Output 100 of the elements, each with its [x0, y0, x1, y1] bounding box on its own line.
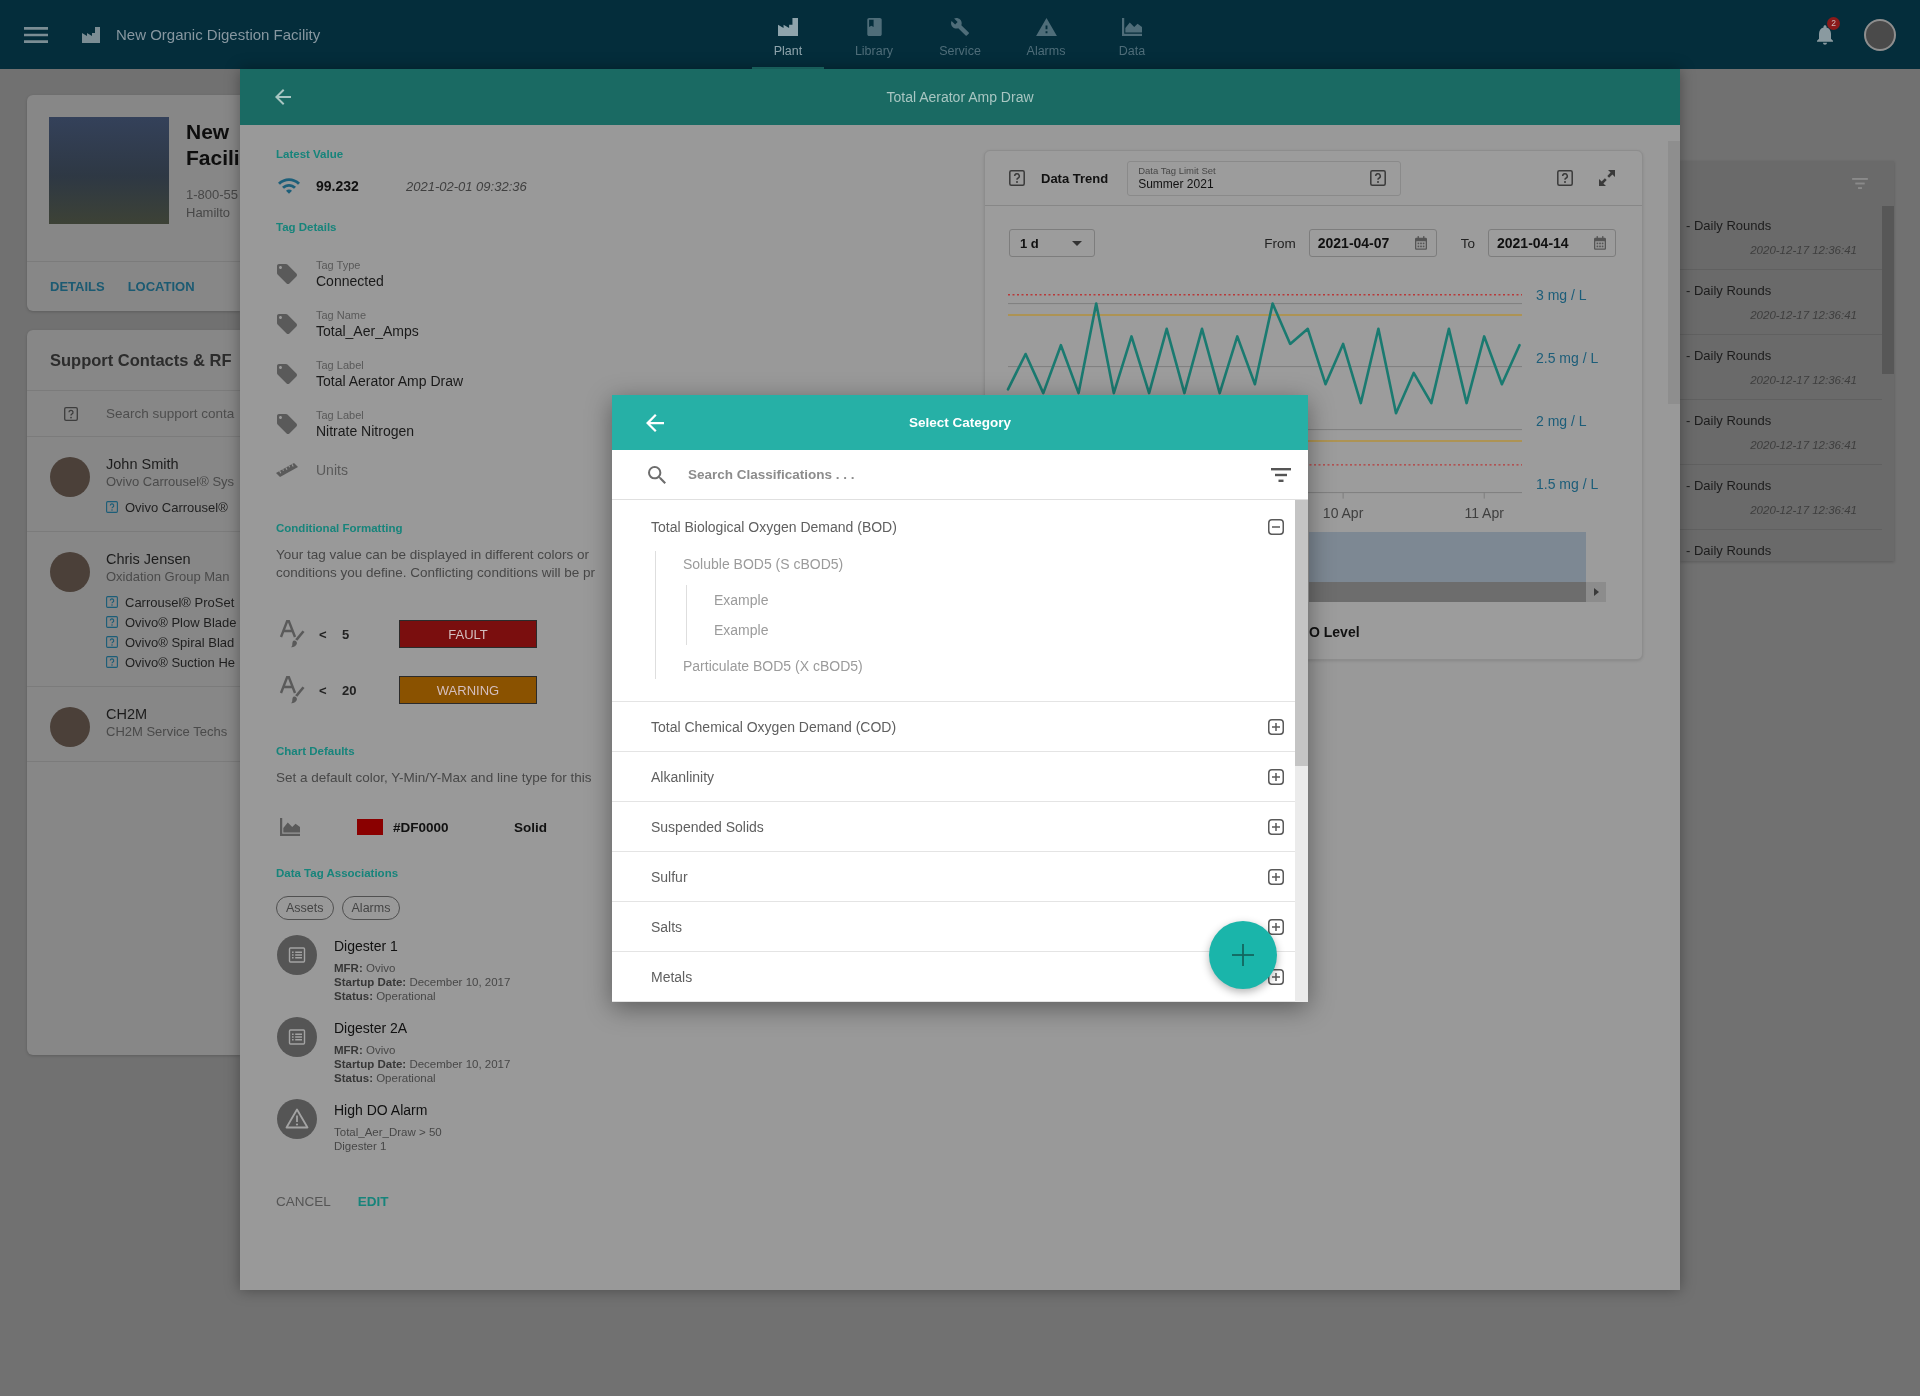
product-link[interactable]: Ovivo® Spiral Blad — [125, 634, 235, 650]
app-title: New Organic Digestion Facility — [116, 26, 321, 43]
date-field[interactable]: 2021-04-14 — [1488, 229, 1616, 257]
search-field[interactable]: Search support conta — [106, 406, 240, 421]
card-title: Data Trend — [1041, 170, 1109, 186]
plus-square-icon[interactable] — [1268, 918, 1284, 935]
to-label: To — [1460, 235, 1475, 251]
calendar-icon — [1594, 236, 1606, 250]
contact-name: CH2M — [106, 705, 149, 723]
minus-square-icon[interactable] — [1268, 519, 1284, 535]
back-arrow-icon[interactable] — [275, 89, 291, 105]
fullscreen-icon[interactable] — [1599, 170, 1615, 186]
bell-icon[interactable] — [1817, 24, 1833, 45]
detail-line: Total_Aer_Draw > 50 — [334, 1125, 442, 1139]
section-heading: Data Tag Associations — [276, 866, 399, 881]
y-axis-label: 2 mg / L — [1536, 412, 1587, 429]
contact-name: Chris Jensen — [106, 550, 192, 568]
subcategory-item[interactable]: Particulate BOD5 (X cBOD5) — [683, 653, 863, 679]
x-axis-label: 10 Apr — [1322, 504, 1364, 521]
help-icon[interactable] — [64, 406, 78, 421]
y-axis-label: 1.5 mg / L — [1536, 475, 1599, 492]
category-item[interactable]: Sulfur — [612, 852, 1295, 902]
scrollbar-thumb[interactable] — [1668, 141, 1680, 404]
search-icon — [648, 465, 666, 484]
menu-icon[interactable] — [24, 26, 48, 43]
search-field[interactable]: Search Classifications . . . — [688, 467, 1271, 482]
plus-square-icon[interactable] — [1268, 718, 1284, 735]
category-item[interactable]: Suspended Solids — [612, 802, 1295, 852]
product-link[interactable]: Ovivo® Suction He — [125, 654, 235, 670]
book-icon — [866, 18, 882, 36]
help-icon — [106, 501, 118, 513]
field-value: Total_Aer_Amps — [316, 322, 419, 340]
calendar-icon — [1414, 236, 1427, 250]
help-icon[interactable] — [1370, 170, 1387, 186]
navigator-scrollbar[interactable] — [1309, 582, 1586, 602]
nav-tab[interactable]: Service — [917, 0, 1003, 69]
wrench-icon — [951, 18, 969, 36]
cancel-button[interactable]: CANCEL — [276, 1186, 331, 1216]
section-heading: Conditional Formatting — [276, 521, 403, 536]
color-value: #DF0000 — [393, 819, 450, 835]
warning-icon — [277, 1099, 317, 1139]
plus-square-icon[interactable] — [1268, 968, 1284, 985]
contact-name: John Smith — [106, 455, 180, 473]
nav-tab[interactable]: Library — [831, 0, 917, 69]
nav-tab[interactable]: Plant — [745, 0, 831, 69]
card-title: Support Contacts & RF — [50, 350, 232, 370]
product-link[interactable]: Ovivo Carrousel® — [125, 499, 228, 515]
text-color-icon — [279, 676, 305, 704]
help-icon[interactable] — [1009, 170, 1025, 186]
date-field[interactable]: 2021-04-07 — [1308, 229, 1437, 257]
scrollbar-thumb[interactable] — [1295, 500, 1308, 766]
value-timestamp: 2021-02-01 09:32:36 — [406, 178, 527, 194]
x-axis-label: 11 Apr — [1464, 504, 1504, 521]
user-avatar[interactable] — [1864, 18, 1896, 51]
product-link[interactable]: Carrousel® ProSet — [125, 594, 235, 610]
plus-square-icon[interactable] — [1268, 818, 1284, 835]
nav-tab[interactable]: Alarms — [1003, 0, 1089, 69]
plus-icon — [1232, 944, 1254, 966]
add-button[interactable] — [1209, 921, 1277, 989]
help-icon[interactable] — [1557, 170, 1573, 186]
round-title: - Daily Rounds — [1686, 413, 1773, 429]
notification-count: 2 — [1827, 16, 1840, 30]
plus-square-icon[interactable] — [1268, 768, 1284, 785]
contact-avatar — [50, 707, 90, 747]
color-swatch-icon — [357, 819, 383, 835]
period-select[interactable]: 1 d — [1009, 229, 1095, 257]
ruler-icon — [276, 463, 298, 477]
subcategory-item[interactable]: Example — [714, 615, 769, 645]
filter-icon[interactable] — [1271, 467, 1291, 482]
help-icon — [106, 596, 118, 608]
scroll-right-button[interactable] — [1586, 582, 1606, 602]
facility-address: Hamilto — [186, 204, 232, 222]
operator: < — [319, 626, 328, 642]
back-arrow-icon[interactable] — [646, 413, 664, 432]
plus-square-icon[interactable] — [1268, 868, 1284, 885]
association-title: Digester 1 — [334, 937, 399, 955]
category-item[interactable]: Total Biological Oxygen Demand (BOD) — [651, 517, 1284, 537]
round-title: - Daily Rounds — [1686, 478, 1773, 494]
association-title: High DO Alarm — [334, 1101, 429, 1119]
detail-line: Startup Date: December 10, 2017 — [334, 1057, 511, 1071]
threshold-value: 20 — [342, 682, 358, 698]
detail-line: MFR: Ovivo — [334, 961, 397, 975]
subcategory-item[interactable]: Example — [714, 585, 769, 615]
limit-set-field[interactable]: Data Tag Limit Set Summer 2021 — [1127, 160, 1402, 196]
nav-tab[interactable]: Data — [1089, 0, 1175, 69]
field-value: Connected — [316, 272, 384, 290]
contact-role: Oxidation Group Man — [106, 568, 231, 586]
category-item[interactable]: Total Chemical Oxygen Demand (COD) — [612, 702, 1295, 752]
round-title: - Daily Rounds — [1686, 543, 1773, 559]
status-tag: WARNING — [399, 676, 537, 704]
contact-avatar — [50, 552, 90, 592]
product-link[interactable]: Ovivo® Plow Blade — [125, 614, 237, 630]
round-title: - Daily Rounds — [1686, 218, 1773, 234]
latest-value: 99.232 — [316, 178, 360, 194]
facility-phone: 1-800-55 — [186, 186, 240, 204]
dialog-title: Select Category — [908, 415, 1011, 430]
detail-line: Startup Date: December 10, 2017 — [334, 975, 511, 989]
y-axis-label: 3 mg / L — [1536, 286, 1587, 303]
category-item[interactable]: Alkanlinity — [612, 752, 1295, 802]
subcategory-item[interactable]: Soluble BOD5 (S cBOD5) — [683, 551, 844, 577]
